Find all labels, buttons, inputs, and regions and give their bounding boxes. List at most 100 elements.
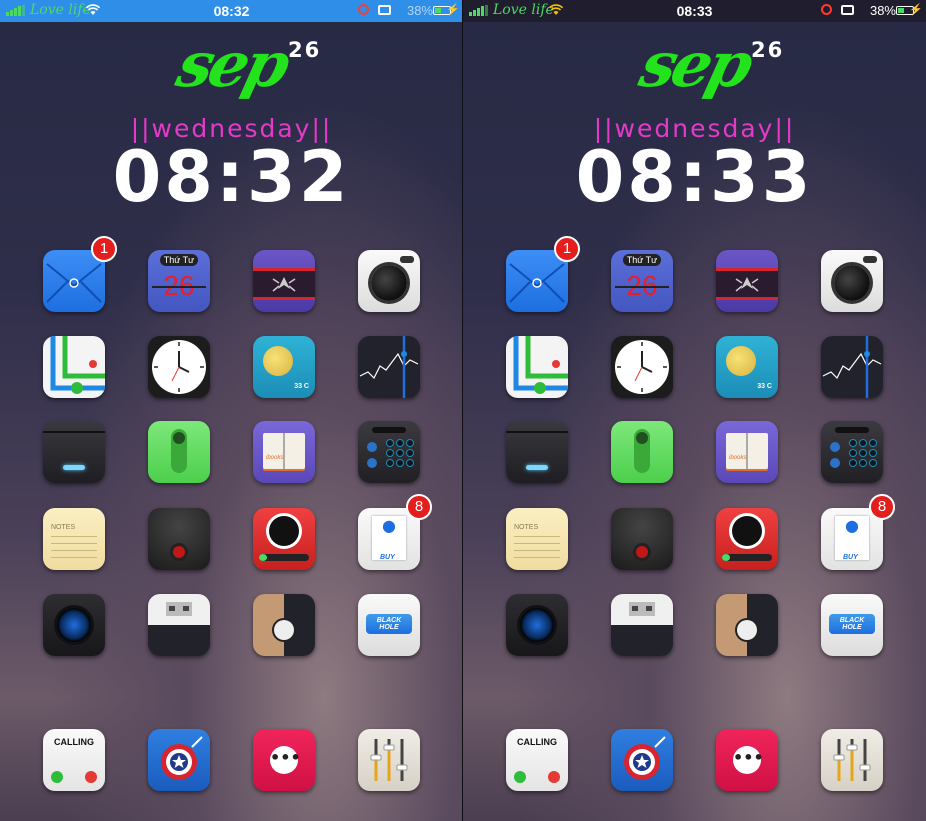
blackhole-icon: BLACK HOLE xyxy=(366,614,412,634)
messages-icon: ••• xyxy=(733,746,764,774)
usb-icon xyxy=(166,602,192,616)
wallet-icon xyxy=(526,465,548,470)
zipper-app[interactable] xyxy=(716,594,778,656)
phone-app[interactable]: CALLING xyxy=(506,729,568,791)
voice-memo-app[interactable] xyxy=(148,508,210,570)
ibooks-app[interactable]: ibooks xyxy=(716,421,778,483)
shield-app[interactable] xyxy=(148,729,210,791)
calendar-weekday: Thứ Tư xyxy=(160,254,198,266)
darth-vader-icon xyxy=(732,516,762,546)
calendar-icon: Thứ Tư 26 xyxy=(611,250,673,312)
wallet-app[interactable] xyxy=(506,421,568,483)
zipper-app[interactable] xyxy=(253,594,315,656)
weather-app[interactable]: 33 C xyxy=(253,336,315,398)
maps-icon xyxy=(50,336,105,394)
status-bar: Love life 08:33 38% ⚡ xyxy=(463,0,926,22)
stocks-app[interactable] xyxy=(821,336,883,398)
settings-app[interactable] xyxy=(821,729,883,791)
ibooks-app[interactable]: ibooks xyxy=(253,421,315,483)
camera-lens-icon xyxy=(57,608,91,642)
weather-app[interactable]: 33 C xyxy=(716,336,778,398)
blackhole-app[interactable]: BLACK HOLE xyxy=(821,594,883,656)
calendar-icon: Thứ Tư 26 xyxy=(148,250,210,312)
calculator-app[interactable] xyxy=(821,421,883,483)
clock-app[interactable] xyxy=(611,336,673,398)
charging-icon: ⚡ xyxy=(446,4,460,16)
messages-icon: ••• xyxy=(270,746,301,774)
darth-vader-icon xyxy=(269,516,299,546)
shield-icon xyxy=(624,736,666,780)
usb-app[interactable] xyxy=(148,594,210,656)
notes-app[interactable]: NOTES xyxy=(506,508,568,570)
spider-app[interactable] xyxy=(716,250,778,312)
settings-app[interactable] xyxy=(358,729,420,791)
camera-app[interactable] xyxy=(821,250,883,312)
calendar-weekday: Thứ Tư xyxy=(623,254,661,266)
airplay-icon xyxy=(841,5,854,15)
notes-icon: NOTES xyxy=(43,508,105,570)
maps-app[interactable] xyxy=(506,336,568,398)
clock-widget: 08:33 xyxy=(575,136,814,218)
voice-memo-app[interactable] xyxy=(611,508,673,570)
wallet-app[interactable] xyxy=(43,421,105,483)
toggle-icon xyxy=(634,429,650,473)
blackhole-icon: BLACK HOLE xyxy=(829,614,875,634)
weather-icon xyxy=(726,346,756,376)
stocks-app[interactable] xyxy=(358,336,420,398)
notes-label: NOTES xyxy=(51,524,76,531)
home-screen-left: Love life 08:32 38% ⚡ sep 26 ||wednesday|| 08:3… xyxy=(0,0,463,821)
phone-icon xyxy=(51,771,97,783)
calendar-app[interactable]: Thứ Tư 26 xyxy=(148,250,210,312)
darth-vader-app[interactable] xyxy=(716,508,778,570)
spider-app[interactable] xyxy=(253,250,315,312)
charging-icon: ⚡ xyxy=(909,4,923,16)
toggle-app[interactable] xyxy=(611,421,673,483)
notes-icon: NOTES xyxy=(506,508,568,570)
settings-icon xyxy=(833,739,871,781)
clock-widget: 08:32 xyxy=(112,136,351,218)
phone-app[interactable]: CALLING xyxy=(43,729,105,791)
battery-percent: 38% xyxy=(406,3,433,18)
shield-app[interactable] xyxy=(611,729,673,791)
ibooks-icon: ibooks xyxy=(263,433,305,469)
clock-app[interactable] xyxy=(148,336,210,398)
zipper-icon xyxy=(274,620,294,640)
camera-lens-app[interactable] xyxy=(506,594,568,656)
messages-app[interactable]: ••• xyxy=(716,729,778,791)
camera-app[interactable] xyxy=(358,250,420,312)
stocks-icon xyxy=(822,336,882,398)
usb-icon xyxy=(629,602,655,616)
month-label: sep xyxy=(169,28,294,101)
notes-label: NOTES xyxy=(514,524,539,531)
status-bar: Love life 08:32 38% ⚡ xyxy=(0,0,463,22)
camera-icon xyxy=(834,265,870,301)
usb-app[interactable] xyxy=(611,594,673,656)
blackhole-label: BLACK HOLE xyxy=(839,617,865,631)
buy-label: BUY xyxy=(843,554,858,561)
camera-lens-app[interactable] xyxy=(43,594,105,656)
calculator-icon xyxy=(367,427,414,468)
maps-icon xyxy=(513,336,568,394)
messages-app[interactable]: ••• xyxy=(253,729,315,791)
settings-icon xyxy=(370,739,408,781)
calculator-app[interactable] xyxy=(358,421,420,483)
notes-app[interactable]: NOTES xyxy=(43,508,105,570)
app-store-badge: 8 xyxy=(406,494,432,520)
ibooks-icon: ibooks xyxy=(726,433,768,469)
calendar-app[interactable]: Thứ Tư 26 xyxy=(611,250,673,312)
month-label: sep xyxy=(632,28,757,101)
blackhole-label: BLACK HOLE xyxy=(376,617,402,631)
status-time: 08:33 xyxy=(676,3,713,19)
camera-icon xyxy=(371,265,407,301)
toggle-app[interactable] xyxy=(148,421,210,483)
voice-memo-icon xyxy=(636,546,648,558)
stocks-icon xyxy=(359,336,419,398)
status-time: 08:32 xyxy=(213,3,250,19)
ibooks-label: ibooks xyxy=(266,455,284,461)
maps-app[interactable] xyxy=(43,336,105,398)
blackhole-app[interactable]: BLACK HOLE xyxy=(358,594,420,656)
screenshot-pair: Love life 08:32 38% ⚡ sep 26 ||wednesday|| 08:3… xyxy=(0,0,926,821)
darth-vader-app[interactable] xyxy=(253,508,315,570)
phone-icon xyxy=(514,771,560,783)
camera-lens-icon xyxy=(520,608,554,642)
